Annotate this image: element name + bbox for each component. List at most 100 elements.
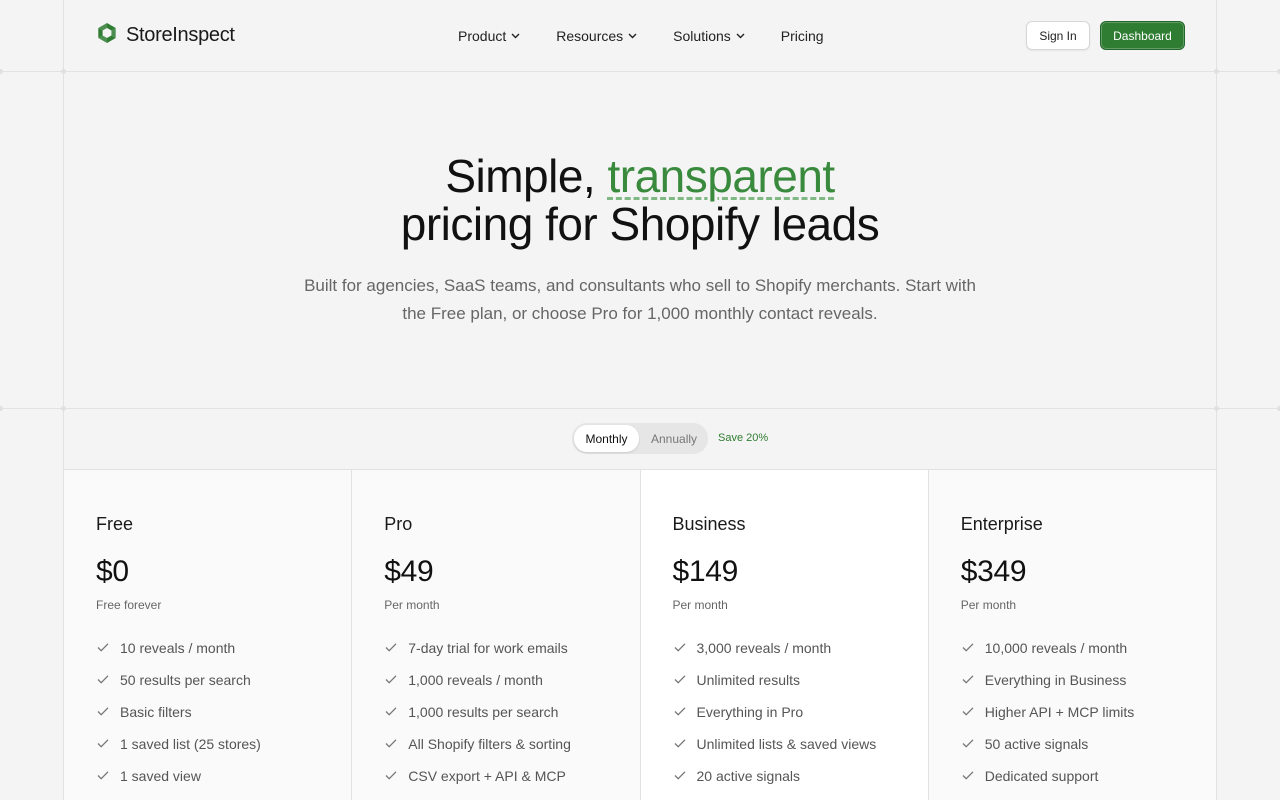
title-start: Simple, [445, 150, 608, 202]
feature-label: Unlimited results [696, 672, 800, 688]
nav-item-product[interactable]: Product [458, 28, 520, 44]
feature-item: 20 active signals [673, 760, 896, 792]
dashboard-button[interactable]: Dashboard [1100, 21, 1185, 50]
check-icon [384, 672, 398, 689]
feature-item: CSV export + API & MCP [384, 760, 607, 792]
nav-item-label: Pricing [780, 27, 824, 44]
check-icon [384, 640, 398, 657]
check-icon [673, 768, 687, 785]
feature-label: 1 saved view [120, 768, 201, 784]
check-icon [961, 768, 975, 785]
check-icon [961, 672, 975, 689]
main-nav: Product Resources Solutions Pricing [458, 0, 824, 71]
plan-name: Business [672, 514, 746, 534]
nav-item-label: Resources [556, 27, 624, 44]
chevron-down-icon [511, 31, 520, 41]
feature-item: Unlimited results [673, 664, 896, 696]
hero-subtitle: Built for agencies, SaaS teams, and cons… [304, 276, 976, 323]
feature-label: CSV export + API & MCP [408, 768, 566, 784]
feature-label: 10 reveals / month [120, 640, 236, 656]
feature-label: 7-day trial for work emails [408, 640, 568, 656]
nav-item-label: Solutions [673, 27, 731, 44]
frame-dot [0, 406, 3, 411]
plan-price: $349 [960, 555, 1027, 588]
feature-label: 1,000 results per search [408, 704, 559, 720]
billing-toggle: Monthly Annually [572, 423, 708, 454]
feature-item: 50 active signals [961, 728, 1184, 760]
logo-icon [96, 22, 118, 49]
plan-name: Pro [384, 514, 413, 534]
check-icon [96, 672, 110, 689]
feature-label: 1 saved list (25 stores) [120, 736, 261, 752]
brand-logo-link[interactable]: StoreInspect [96, 22, 235, 49]
feature-label: Everything in Pro [696, 704, 804, 720]
auth-buttons: Sign In Dashboard [1026, 21, 1185, 50]
brand-name: StoreInspect [126, 24, 235, 46]
feature-item: Unlimited lists & saved views [673, 728, 896, 760]
feature-item: Higher API + MCP limits [961, 696, 1184, 728]
check-icon [96, 640, 110, 657]
feature-label: 1,000 reveals / month [408, 672, 543, 688]
feature-item: 10 reveals / month [96, 632, 319, 664]
plan-period: Per month [672, 598, 728, 612]
plan-features: 10 reveals / month 50 results per search B… [96, 632, 319, 792]
feature-item: 7-day trial for work emails [384, 632, 607, 664]
feature-item: Everything in Pro [673, 696, 896, 728]
feature-item: 1,000 reveals / month [384, 664, 607, 696]
check-icon [384, 704, 398, 721]
plan-features: 3,000 reveals / month Unlimited results Ev… [673, 632, 896, 792]
check-icon [673, 704, 687, 721]
billing-annually-option[interactable]: Annually [639, 425, 709, 452]
feature-label: All Shopify filters & sorting [408, 736, 571, 752]
pricing-plans: Free $0 Free forever 10 reveals / month 5… [64, 470, 1216, 800]
nav-item-label: Product [458, 27, 507, 44]
save-badge: Save 20% [718, 432, 769, 444]
feature-item: 10,000 reveals / month [961, 632, 1184, 664]
feature-item: Everything in Business [961, 664, 1184, 696]
check-icon [96, 736, 110, 753]
feature-label: 50 results per search [120, 672, 251, 688]
feature-label: 10,000 reveals / month [984, 640, 1128, 656]
nav-item-solutions[interactable]: Solutions [673, 28, 745, 44]
feature-item: Dedicated support [961, 760, 1184, 792]
nav-item-resources[interactable]: Resources [556, 28, 637, 44]
plan-card-pro: Pro $49 Per month 7-day trial for work e… [352, 470, 641, 800]
plan-period: Per month [960, 598, 1017, 612]
frame-dot [0, 69, 3, 74]
plan-price: $49 [384, 555, 434, 588]
check-icon [961, 640, 975, 657]
feature-item: All Shopify filters & sorting [384, 728, 607, 760]
plan-period: Free forever [96, 598, 162, 612]
chevron-down-icon [736, 31, 745, 41]
plan-price: $0 [96, 555, 129, 588]
plan-price: $149 [672, 555, 739, 588]
check-icon [961, 736, 975, 753]
plan-features: 10,000 reveals / month Everything in Busi… [961, 632, 1184, 792]
pricing-hero: Simple, transparent pricing for Shopify … [64, 72, 1216, 408]
check-icon [96, 704, 110, 721]
plan-card-business: Business $149 Per month 3,000 reveals / … [640, 470, 929, 800]
check-icon [673, 736, 687, 753]
feature-item: 1,000 results per search [384, 696, 607, 728]
feature-label: 3,000 reveals / month [696, 640, 832, 656]
check-icon [673, 640, 687, 657]
site-header: StoreInspect Product Resources Solutions… [64, 0, 1216, 71]
feature-item: 50 results per search [96, 664, 319, 696]
feature-label: 20 active signals [696, 768, 801, 784]
feature-label: Higher API + MCP limits [984, 704, 1135, 720]
feature-item: 1 saved view [96, 760, 319, 792]
plan-name: Free [96, 514, 134, 534]
chevron-down-icon [628, 31, 637, 41]
sign-in-button[interactable]: Sign In [1026, 21, 1090, 50]
feature-item: 1 saved list (25 stores) [96, 728, 319, 760]
plan-features: 7-day trial for work emails 1,000 reveals… [384, 632, 607, 792]
feature-label: Basic filters [120, 704, 192, 720]
billing-monthly-option[interactable]: Monthly [574, 425, 639, 452]
nav-item-pricing[interactable]: Pricing [781, 28, 824, 44]
page-title: Simple, transparent pricing for Shopify … [64, 152, 1216, 248]
feature-label: 50 active signals [984, 736, 1089, 752]
plan-card-free: Free $0 Free forever 10 reveals / month 5… [64, 470, 353, 800]
feature-label: Everything in Business [984, 672, 1127, 688]
feature-item: 3,000 reveals / month [673, 632, 896, 664]
check-icon [96, 768, 110, 785]
